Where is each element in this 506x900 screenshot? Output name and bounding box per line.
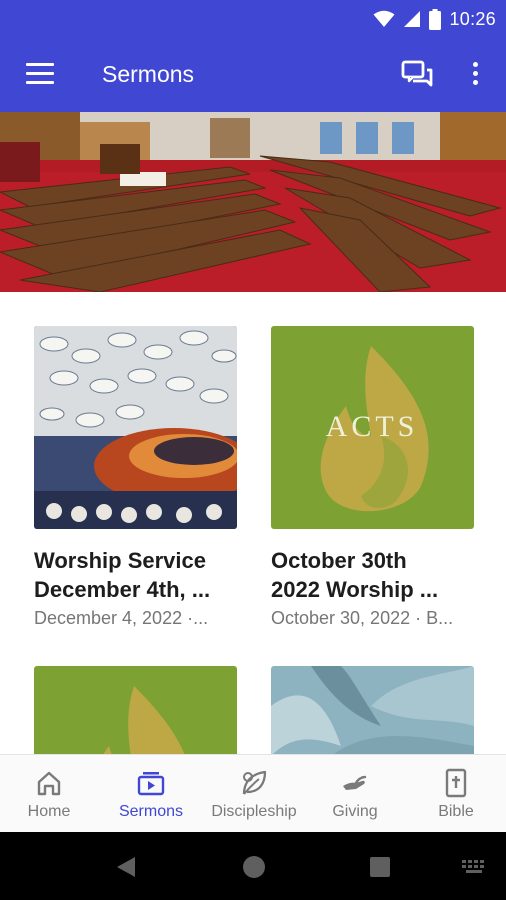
- home-circle-icon[interactable]: [242, 855, 266, 879]
- system-navigation-bar: [0, 832, 506, 900]
- sermon-card[interactable]: [34, 666, 237, 754]
- chat-icon[interactable]: [401, 59, 433, 89]
- thumbnail-text: ACTS: [326, 410, 419, 443]
- sermon-card[interactable]: Worship Service December 4th, ... Decemb…: [34, 326, 237, 629]
- nav-giving[interactable]: Giving: [314, 755, 396, 833]
- recents-icon[interactable]: [369, 856, 391, 878]
- nav-label: Home: [27, 803, 71, 820]
- nav-discipleship[interactable]: Discipleship: [204, 755, 304, 833]
- more-vert-icon[interactable]: [468, 60, 482, 88]
- sermon-grid: Worship Service December 4th, ... Decemb…: [0, 292, 506, 754]
- sermon-card[interactable]: [271, 666, 474, 754]
- bible-icon: [443, 768, 469, 798]
- status-time: 10:26: [449, 8, 496, 29]
- battery-icon: [429, 8, 442, 30]
- status-bar: 10:26: [0, 0, 506, 37]
- wifi-icon: [373, 10, 395, 27]
- sermon-meta: October 30, 2022 · B...: [271, 608, 454, 628]
- app-bar: Sermons: [0, 37, 506, 112]
- sermon-meta: December 4, 2022 ·...: [34, 608, 209, 628]
- sermon-card[interactable]: ACTS October 30th 2022 Worship ... Octob…: [271, 326, 474, 629]
- sermon-thumbnail: [34, 666, 237, 754]
- sermon-thumbnail: [34, 326, 237, 529]
- leaf-icon: [239, 768, 269, 798]
- sermon-thumbnail: ACTS: [271, 326, 474, 529]
- nav-label: Bible: [438, 803, 474, 820]
- sermon-thumbnail: [271, 666, 474, 754]
- giving-hand-icon: [340, 768, 370, 798]
- nav-home[interactable]: Home: [8, 755, 90, 833]
- keyboard-icon[interactable]: [462, 860, 488, 874]
- sermon-title: Worship Service December 4th, ...: [34, 548, 211, 602]
- signal-icon: [404, 11, 421, 27]
- nav-bible[interactable]: Bible: [415, 755, 497, 833]
- sermon-title: October 30th 2022 Worship ...: [271, 548, 439, 602]
- nav-label: Sermons: [118, 803, 184, 820]
- page-title: Sermons: [102, 61, 195, 87]
- video-play-icon: [136, 768, 166, 798]
- home-icon: [35, 768, 63, 798]
- nav-sermons[interactable]: Sermons: [110, 755, 192, 833]
- hero-image: [0, 112, 506, 292]
- bottom-navigation: Home Sermons Discipleship Giving Bible: [0, 754, 506, 833]
- nav-label: Discipleship: [211, 803, 297, 820]
- back-icon[interactable]: [115, 855, 137, 879]
- nav-label: Giving: [332, 803, 378, 820]
- menu-icon[interactable]: [26, 63, 54, 85]
